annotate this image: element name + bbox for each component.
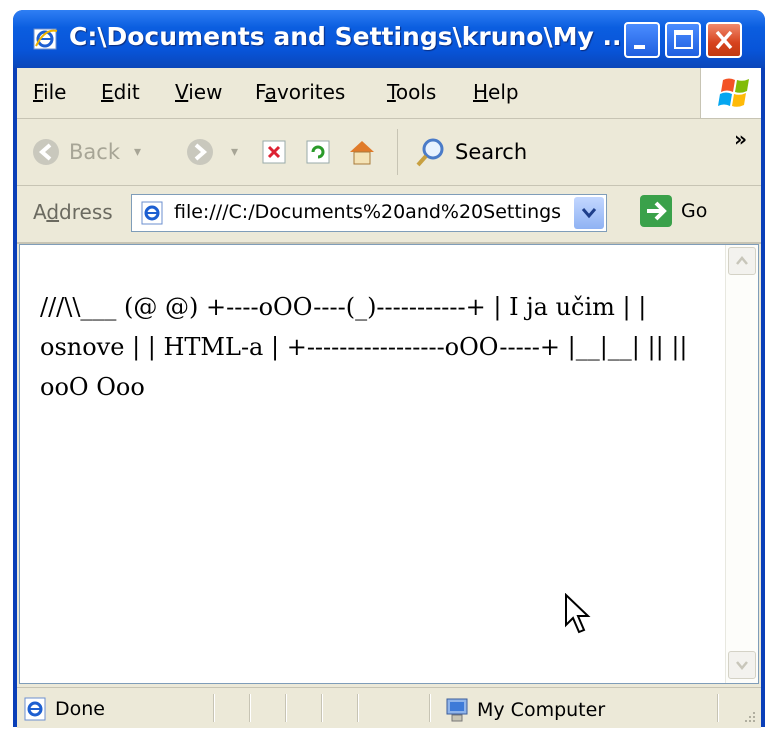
- vertical-scrollbar[interactable]: [725, 245, 758, 683]
- menu-favorites[interactable]: Favorites: [255, 80, 345, 104]
- stop-button[interactable]: [261, 131, 287, 173]
- status-bar: Done My Computer: [17, 687, 761, 728]
- toolbar-chevron-icon[interactable]: »: [734, 127, 747, 151]
- title-bar[interactable]: C:\Documents and Settings\kruno\My ...: [13, 10, 765, 68]
- address-input[interactable]: file:///C:/Documents%20and%20Settings: [131, 194, 607, 232]
- menu-help[interactable]: Help: [473, 80, 519, 104]
- menu-help-label: elp: [488, 80, 519, 104]
- status-separator: [357, 694, 359, 722]
- menu-bar: File Edit View Favorites Tools Help: [17, 68, 761, 119]
- search-label: Search: [455, 140, 528, 164]
- chevron-down-icon: [581, 208, 597, 219]
- forward-dropdown-icon[interactable]: ▾: [231, 144, 238, 160]
- menu-edit-label: dit: [113, 80, 140, 104]
- search-button[interactable]: Search: [415, 131, 527, 173]
- menu-edit-mnemonic: E: [101, 80, 114, 104]
- menu-view-mnemonic: V: [175, 80, 189, 104]
- close-button[interactable]: [706, 22, 742, 58]
- my-computer-icon: [446, 698, 468, 722]
- scroll-up-button[interactable]: [728, 247, 756, 275]
- home-button[interactable]: [347, 131, 377, 173]
- mouse-cursor-icon: [565, 593, 591, 634]
- back-label: Back: [69, 140, 120, 164]
- status-separator: [429, 694, 431, 722]
- minimize-button[interactable]: [624, 22, 660, 58]
- search-icon: [416, 138, 444, 167]
- refresh-icon: [306, 140, 330, 164]
- menu-tools-label: ools: [395, 80, 437, 104]
- scroll-down-button[interactable]: [728, 651, 756, 679]
- address-label: Address: [33, 200, 113, 224]
- go-arrow-icon: [640, 195, 672, 227]
- minimize-icon: [634, 45, 645, 49]
- menu-help-mnemonic: H: [473, 80, 489, 104]
- refresh-button[interactable]: [305, 131, 331, 173]
- maximize-icon: [674, 30, 693, 49]
- go-label: Go: [681, 200, 708, 222]
- ie-icon: [33, 28, 58, 50]
- stop-icon: [262, 140, 286, 164]
- status-separator: [213, 694, 215, 722]
- page-status-icon: [24, 697, 46, 721]
- address-dropdown-button[interactable]: [574, 197, 604, 229]
- menu-view[interactable]: View: [175, 80, 222, 104]
- status-done: Done: [23, 696, 105, 722]
- close-icon: [715, 30, 733, 50]
- resize-grip-icon[interactable]: [741, 708, 757, 724]
- address-url: file:///C:/Documents%20and%20Settings: [174, 201, 562, 223]
- window-title: C:\Documents and Settings\kruno\My ...: [69, 22, 631, 51]
- menu-tools[interactable]: Tools: [387, 80, 436, 104]
- back-arrow-icon: [33, 139, 59, 165]
- back-button[interactable]: Back ▾: [31, 131, 141, 173]
- back-dropdown-icon[interactable]: ▾: [134, 144, 141, 160]
- address-label-rest: dress: [59, 200, 113, 224]
- status-separator: [321, 694, 323, 722]
- menu-file-label: ile: [43, 80, 67, 104]
- maximize-button[interactable]: [665, 22, 701, 58]
- menu-edit[interactable]: Edit: [101, 80, 140, 104]
- chevron-up-icon: [736, 256, 748, 265]
- menu-file[interactable]: File: [33, 80, 66, 104]
- windows-flag-icon: [718, 78, 749, 107]
- windows-logo: [700, 68, 761, 118]
- go-button[interactable]: Go: [639, 194, 707, 228]
- address-label-mnemonic: d: [46, 200, 60, 224]
- standard-toolbar: Back ▾ ▾ Search »: [17, 119, 761, 186]
- status-separator: [285, 694, 287, 722]
- forward-button[interactable]: ▾: [185, 131, 238, 173]
- client-area: File Edit View Favorites Tools Help Back…: [17, 68, 761, 728]
- address-label-prefix: A: [33, 200, 47, 224]
- menu-view-label: iew: [188, 80, 223, 104]
- address-bar: Address file:///C:/Documents%20and%20Set…: [17, 186, 761, 244]
- browser-window: C:\Documents and Settings\kruno\My ... F…: [13, 10, 765, 728]
- status-zone: My Computer: [443, 696, 605, 724]
- menu-favorites-label: vorites: [276, 80, 346, 104]
- home-icon: [350, 141, 374, 165]
- forward-arrow-icon: [187, 139, 213, 165]
- page-icon: [141, 201, 163, 225]
- menu-favorites-mnemonic: a: [264, 80, 277, 104]
- toolbar-separator: [397, 129, 398, 175]
- page-content[interactable]: ///\\___ (@ @) +----oOO----(_)----------…: [19, 244, 759, 684]
- menu-file-mnemonic: F: [33, 80, 44, 104]
- page-body-text: ///\\___ (@ @) +----oOO----(_)----------…: [40, 293, 688, 401]
- status-separator: [717, 694, 719, 722]
- chevron-down-icon: [736, 661, 748, 670]
- status-text: Done: [55, 698, 105, 720]
- status-separator: [249, 694, 251, 722]
- menu-tools-mnemonic: T: [387, 80, 396, 104]
- status-zone-label: My Computer: [477, 699, 606, 721]
- menu-favorites-prefix: F: [255, 80, 265, 104]
